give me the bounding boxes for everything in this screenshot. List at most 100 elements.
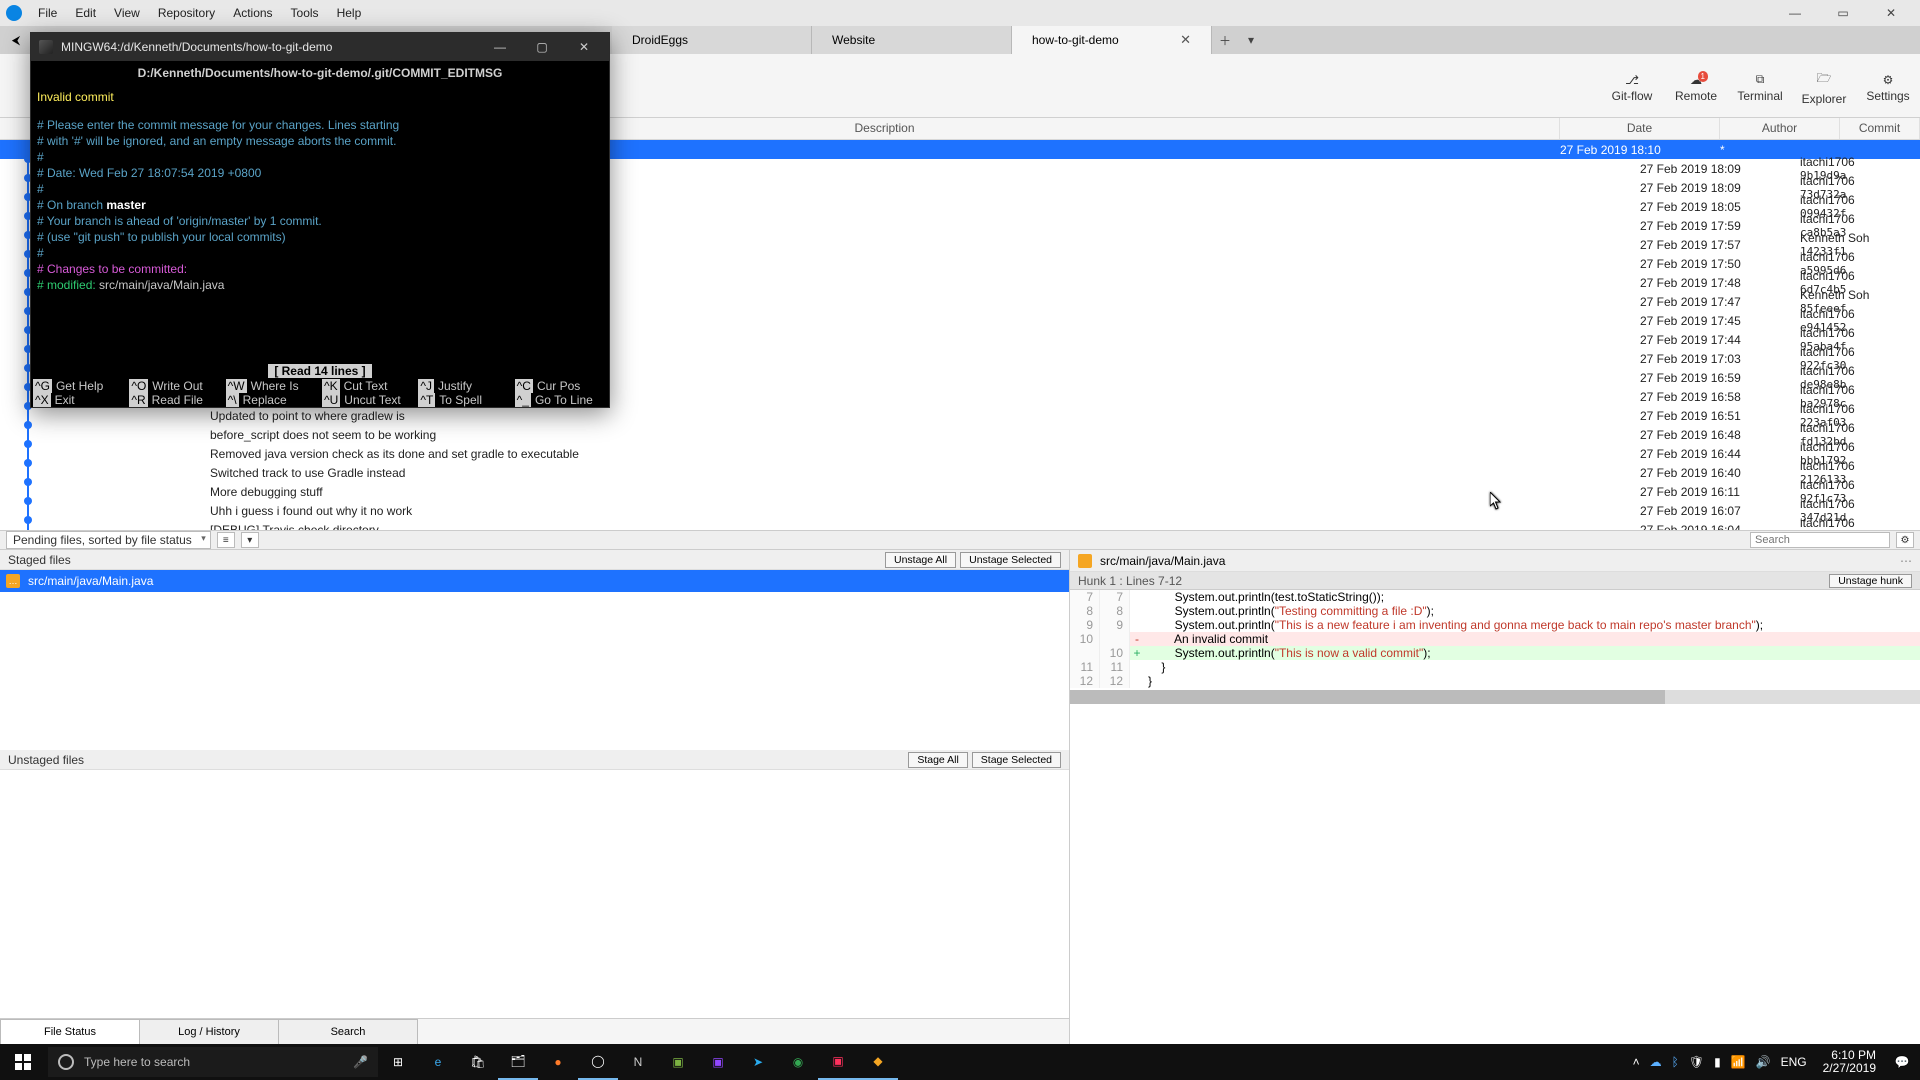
gitflow-button[interactable]: ⎇ Git-flow <box>1600 69 1664 103</box>
explorer-button[interactable]: 🗁 Explorer <box>1792 65 1856 106</box>
diff-line[interactable]: 88 System.out.println("Testing committin… <box>1070 604 1920 618</box>
unstage-hunk-button[interactable]: Unstage hunk <box>1829 574 1912 588</box>
tray-battery-icon[interactable]: ▮ <box>1714 1055 1721 1069</box>
diff-line[interactable]: 10+ System.out.println("This is now a va… <box>1070 646 1920 660</box>
settings-button[interactable]: ⚙ Settings <box>1856 69 1920 103</box>
diff-pane: src/main/java/Main.java ⋯ Hunk 1 : Lines… <box>1070 550 1920 1044</box>
taskbar-maps-icon[interactable]: ◉ <box>778 1044 818 1080</box>
new-tab-button[interactable]: ＋ <box>1212 26 1238 54</box>
view-mode-button[interactable]: ≡ <box>217 532 235 548</box>
menu-file[interactable]: File <box>30 3 65 23</box>
taskbar-chrome-icon[interactable]: ◯ <box>578 1044 618 1080</box>
taskbar-sourcetree-icon[interactable]: ◆ <box>858 1044 898 1080</box>
window-close-button[interactable]: ✕ <box>1868 0 1914 26</box>
tab-how-to-git-demo[interactable]: how-to-git-demo ✕ <box>1012 26 1212 54</box>
unstage-selected-button[interactable]: Unstage Selected <box>960 552 1061 568</box>
tab-website[interactable]: Website <box>812 26 1012 54</box>
tray-language[interactable]: ENG <box>1781 1055 1807 1069</box>
diff-line[interactable]: 1111 } <box>1070 660 1920 674</box>
commit-row[interactable]: Switched track to use Gradle instead27 F… <box>0 463 1920 482</box>
tab-log-history[interactable]: Log / History <box>139 1019 279 1044</box>
terminal-button[interactable]: ⧉ Terminal <box>1728 68 1792 103</box>
task-view-icon[interactable]: ⊞ <box>378 1044 418 1080</box>
start-button[interactable] <box>0 1044 46 1080</box>
file-search-input[interactable] <box>1750 532 1890 548</box>
taskbar-store-icon[interactable]: 🛍 <box>458 1044 498 1080</box>
menu-edit[interactable]: Edit <box>67 3 104 23</box>
terminal-body[interactable]: D:/Kenneth/Documents/how-to-git-demo/.gi… <box>31 61 609 379</box>
taskbar-minecraft-icon[interactable]: ▣ <box>658 1044 698 1080</box>
tray-security-icon[interactable]: 🛡 <box>1689 1055 1704 1069</box>
taskbar-firefox-icon[interactable]: ● <box>538 1044 578 1080</box>
taskbar-search[interactable]: Type here to search 🎤 <box>48 1047 378 1077</box>
gitflow-icon: ⎇ <box>1625 73 1639 87</box>
taskbar-twitch-icon[interactable]: ▣ <box>698 1044 738 1080</box>
tray-bluetooth-icon[interactable]: ᛒ <box>1672 1055 1679 1069</box>
diff-line[interactable]: 77 System.out.println(test.toStaticStrin… <box>1070 590 1920 604</box>
diff-options-icon[interactable]: ⋯ <box>1900 554 1912 568</box>
staged-file-row[interactable]: …src/main/java/Main.java <box>0 570 1069 592</box>
menu-view[interactable]: View <box>106 3 148 23</box>
terminal-titlebar[interactable]: MINGW64:/d/Kenneth/Documents/how-to-git-… <box>31 33 609 61</box>
tab-menu-button[interactable]: ▾ <box>1238 26 1264 54</box>
terminal-minimize-button[interactable]: — <box>483 36 517 58</box>
search-options-button[interactable]: ⚙ <box>1896 532 1914 548</box>
commit-date: 27 Feb 2019 17:48 <box>1640 276 1800 290</box>
action-center-icon[interactable]: 💬 <box>1884 1044 1920 1080</box>
commit-row[interactable]: Removed java version check as its done a… <box>0 444 1920 463</box>
system-tray[interactable]: ˄ ☁ ᛒ 🛡 ▮ 📶 🔊 ENG <box>1625 1055 1815 1069</box>
menu-repository[interactable]: Repository <box>150 3 223 23</box>
menu-tools[interactable]: Tools <box>283 3 327 23</box>
stage-all-button[interactable]: Stage All <box>908 752 967 768</box>
window-minimize-button[interactable]: — <box>1772 0 1818 26</box>
taskbar-telegram-icon[interactable]: ➤ <box>738 1044 778 1080</box>
stage-selected-button[interactable]: Stage Selected <box>972 752 1061 768</box>
diff-line[interactable]: 1212} <box>1070 674 1920 688</box>
menu-help[interactable]: Help <box>329 3 370 23</box>
tray-onedrive-icon[interactable]: ☁ <box>1650 1055 1662 1069</box>
view-options-button[interactable]: ▾ <box>241 532 259 548</box>
commit-column-header[interactable]: Commit <box>1840 118 1920 139</box>
commit-description: More debugging stuff <box>210 485 1640 499</box>
windows-taskbar: Type here to search 🎤 ⊞ e 🛍 🗂 ● ◯ N ▣ ▣ … <box>0 1044 1920 1080</box>
taskbar-clock[interactable]: 6:10 PM 2/27/2019 <box>1815 1049 1884 1075</box>
diff-line[interactable]: 99 System.out.println("This is a new fea… <box>1070 618 1920 632</box>
date-column-header[interactable]: Date <box>1560 118 1720 139</box>
commit-row[interactable]: before_script does not seem to be workin… <box>0 425 1920 444</box>
remote-button[interactable]: ☁1 Remote <box>1664 69 1728 103</box>
commit-row[interactable]: More debugging stuff27 Feb 2019 16:11ita… <box>0 482 1920 501</box>
editor-push-hint: # (use "git push" to publish your local … <box>37 229 603 245</box>
tray-expand-icon[interactable]: ˄ <box>1633 1055 1640 1069</box>
window-maximize-button[interactable]: ▭ <box>1820 0 1866 26</box>
taskbar-notion-icon[interactable]: N <box>618 1044 658 1080</box>
author-column-header[interactable]: Author <box>1720 118 1840 139</box>
menu-actions[interactable]: Actions <box>225 3 280 23</box>
diff-horizontal-scrollbar[interactable] <box>1070 690 1920 704</box>
commit-row[interactable]: Uhh i guess i found out why it no work27… <box>0 501 1920 520</box>
tab-droideggs[interactable]: DroidEggs <box>612 26 812 54</box>
staged-files-list[interactable]: …src/main/java/Main.java <box>0 570 1069 750</box>
commit-row[interactable]: Updated to point to where gradlew is27 F… <box>0 406 1920 425</box>
diff-body[interactable]: 77 System.out.println(test.toStaticStrin… <box>1070 590 1920 688</box>
sort-dropdown[interactable]: Pending files, sorted by file status <box>6 531 211 549</box>
terminal-icon: ⧉ <box>1756 72 1765 87</box>
taskbar-edge-icon[interactable]: e <box>418 1044 458 1080</box>
tab-file-status[interactable]: File Status <box>0 1019 140 1044</box>
commit-row[interactable]: [DEBUG] Travis check directory27 Feb 201… <box>0 520 1920 530</box>
tab-search[interactable]: Search <box>278 1019 418 1044</box>
commit-description: [DEBUG] Travis check directory <box>210 523 1640 531</box>
unstaged-files-list[interactable] <box>0 770 1069 1018</box>
tray-wifi-icon[interactable]: 📶 <box>1731 1055 1746 1069</box>
diff-line[interactable]: 10- An invalid commit <box>1070 632 1920 646</box>
mic-icon[interactable]: 🎤 <box>353 1055 368 1069</box>
tray-volume-icon[interactable]: 🔊 <box>1756 1055 1771 1069</box>
unstage-all-button[interactable]: Unstage All <box>885 552 956 568</box>
taskbar-intellij-icon[interactable]: ▣ <box>818 1044 858 1080</box>
tab-close-icon[interactable]: ✕ <box>1180 32 1191 48</box>
clock-date: 2/27/2019 <box>1823 1062 1876 1075</box>
sidebar-toggle-icon[interactable]: ⮜ <box>0 26 32 54</box>
terminal-maximize-button[interactable]: ▢ <box>525 36 559 58</box>
commit-date: 27 Feb 2019 18:10 <box>1560 143 1720 157</box>
terminal-close-button[interactable]: ✕ <box>567 36 601 58</box>
taskbar-explorer-icon[interactable]: 🗂 <box>498 1044 538 1080</box>
